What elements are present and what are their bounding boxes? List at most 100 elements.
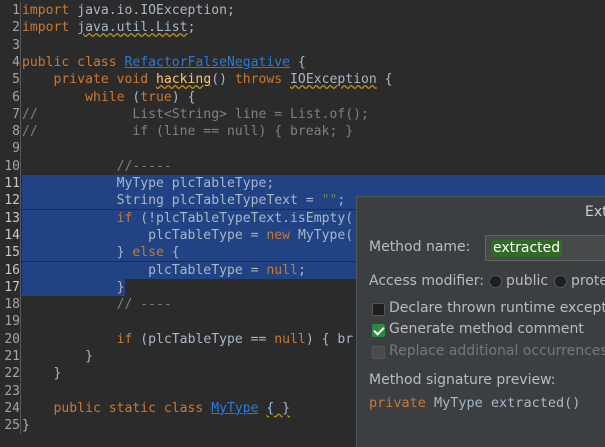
code-text: plcTableType = null; xyxy=(22,262,306,279)
gutter-divider xyxy=(20,244,21,262)
code-line[interactable]: 9 xyxy=(0,140,605,158)
code-token: "" xyxy=(321,193,338,209)
code-line[interactable]: 3 xyxy=(0,36,605,54)
code-token: true xyxy=(140,89,172,105)
code-token: ) { xyxy=(171,89,196,105)
gutter-divider xyxy=(20,296,21,314)
gutter-divider xyxy=(20,399,21,417)
code-token: MyType( xyxy=(297,227,354,243)
code-line[interactable]: 5 private void hacking() throws IOExcept… xyxy=(0,71,605,89)
code-text: //----- xyxy=(22,158,172,175)
code-token: plcTableType = xyxy=(22,262,267,278)
code-text: } xyxy=(22,279,125,296)
code-line[interactable]: 6 while (true) { xyxy=(0,88,605,106)
code-line[interactable]: 2 import java.util.List; xyxy=(0,19,605,37)
gutter-divider xyxy=(20,382,21,400)
line-number: 20 xyxy=(4,331,20,347)
code-token: import xyxy=(22,3,70,18)
line-number: 18 xyxy=(4,297,20,313)
code-token: null xyxy=(274,331,306,347)
code-text: import java.io.IOException; xyxy=(22,2,235,19)
line-number: 15 xyxy=(4,245,20,261)
code-token: (!plcTableTypeText.isEmpty( xyxy=(140,210,354,226)
line-number: 23 xyxy=(4,383,20,399)
code-text: while (true) { xyxy=(22,89,195,106)
generate-comment-label[interactable]: Generate method comment xyxy=(389,321,584,337)
replace-occurrences-checkbox xyxy=(372,346,385,359)
line-number: 10 xyxy=(4,158,20,174)
code-text: String plcTableTypeText = ""; xyxy=(22,192,346,209)
code-token: if xyxy=(116,210,141,226)
replace-occurrences-label: Replace additional occurrences o xyxy=(389,343,605,359)
code-token: public static class xyxy=(22,400,212,416)
code-token: () xyxy=(211,72,235,88)
code-token: ; xyxy=(337,193,346,209)
line-number: 1 xyxy=(12,3,20,18)
code-token: new xyxy=(266,227,298,243)
code-token: plcTableType = xyxy=(22,227,267,243)
code-token: } xyxy=(22,279,125,295)
line-number: 4 xyxy=(12,54,20,70)
gutter-divider xyxy=(20,209,21,227)
line-number: 7 xyxy=(12,106,20,122)
code-line[interactable]: 1 import java.io.IOException; xyxy=(0,2,605,19)
code-token: } xyxy=(22,349,93,364)
code-token: RefactorFalseNegative xyxy=(124,54,291,70)
code-token: MyType plcTableType; xyxy=(22,176,275,191)
code-token: private void xyxy=(22,72,157,88)
code-line[interactable]: 7// List<String> line = List.of(); xyxy=(0,105,605,123)
code-token: // List<String> line = List.of(); xyxy=(22,106,369,122)
code-token: { } xyxy=(266,400,291,416)
code-text: private void hacking() throws IOExceptio… xyxy=(22,71,393,88)
radio-public-label[interactable]: public xyxy=(506,273,548,289)
code-token: java.io.IOException; xyxy=(69,3,235,18)
radio-public[interactable] xyxy=(489,275,502,288)
gutter-divider xyxy=(20,2,21,19)
gutter-divider xyxy=(20,330,21,348)
gutter-divider xyxy=(20,278,21,296)
code-text: if (plcTableType == null) { br xyxy=(22,331,354,348)
gutter-divider xyxy=(20,140,21,158)
line-number: 8 xyxy=(12,124,20,140)
signature-keyword: private xyxy=(369,395,426,411)
gutter-divider xyxy=(20,105,21,123)
line-number: 16 xyxy=(4,262,20,278)
code-text: import java.util.List; xyxy=(22,19,195,36)
code-text: // if (line == null) { break; } xyxy=(22,123,353,140)
line-number: 25 xyxy=(4,418,20,434)
code-token: // ---- xyxy=(22,297,172,313)
code-token: //----- xyxy=(22,158,172,174)
code-line[interactable]: 8// if (line == null) { break; } xyxy=(0,123,605,141)
code-token: else xyxy=(132,245,172,261)
code-token: { xyxy=(376,72,393,88)
code-line[interactable]: 11 MyType plcTableType; xyxy=(0,175,605,192)
code-text: public static class MyType { } xyxy=(22,400,291,417)
gutter-divider xyxy=(20,175,21,192)
code-token: } xyxy=(22,245,133,261)
gutter-divider xyxy=(20,123,21,141)
gutter-divider xyxy=(20,192,21,210)
code-token: hacking xyxy=(156,72,212,88)
code-text: plcTableType = new MyType( xyxy=(22,227,353,244)
code-token: ) { br xyxy=(305,331,354,347)
gutter-divider xyxy=(20,417,21,435)
method-name-input[interactable]: extracted xyxy=(485,235,605,261)
declare-thrown-checkbox[interactable] xyxy=(372,303,385,316)
line-number: 21 xyxy=(4,349,20,364)
dialog-title-bar[interactable]: Ext xyxy=(357,197,605,227)
generate-comment-checkbox[interactable] xyxy=(372,324,385,337)
code-line[interactable]: 4 public class RefactorFalseNegative { xyxy=(0,53,605,71)
radio-protected-label[interactable]: prote xyxy=(571,273,605,289)
gutter-divider xyxy=(20,226,21,244)
code-line[interactable]: 10 //----- xyxy=(0,157,605,175)
line-number: 5 xyxy=(12,72,20,88)
line-number: 19 xyxy=(4,314,20,330)
declare-thrown-label[interactable]: Declare thrown runtime exceptio xyxy=(389,300,605,316)
radio-protected[interactable] xyxy=(554,275,567,288)
line-number: 17 xyxy=(4,279,20,295)
code-token: } xyxy=(22,366,62,382)
gutter-divider xyxy=(20,365,21,383)
line-number: 14 xyxy=(4,227,20,243)
code-text: } else { xyxy=(22,244,180,261)
